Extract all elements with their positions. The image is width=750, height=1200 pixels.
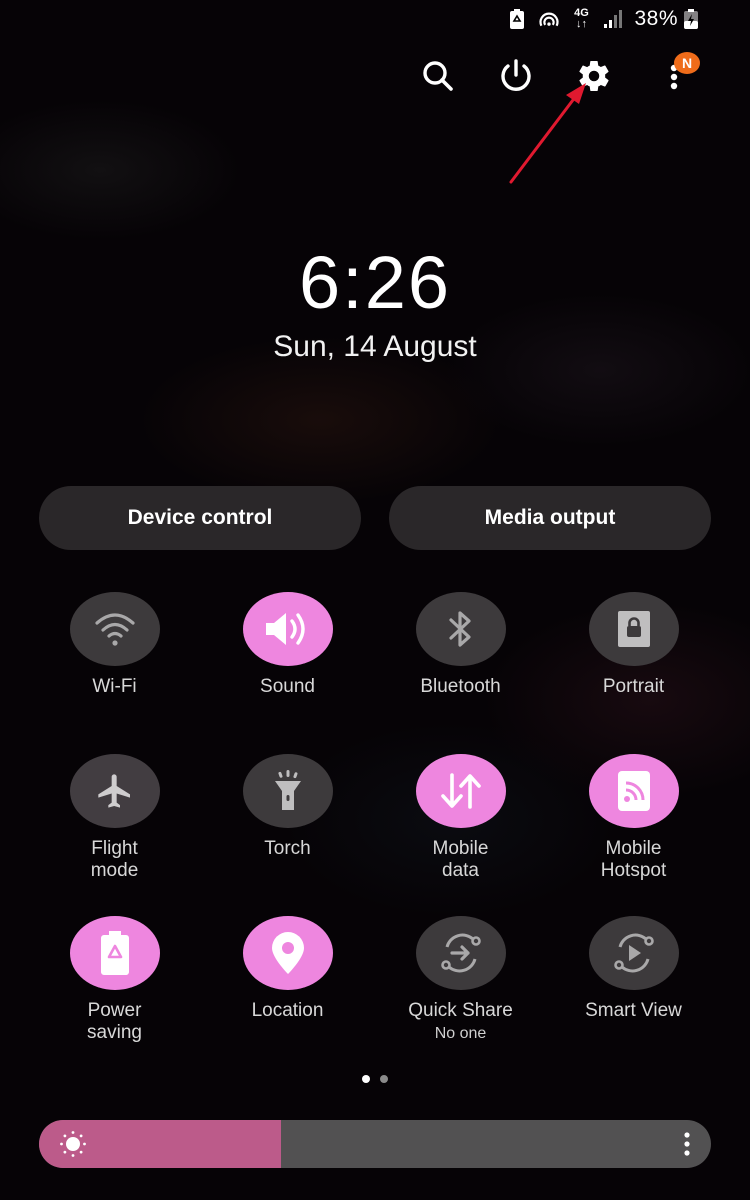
tile-label: Quick Share	[408, 1000, 513, 1021]
battery-charging-icon	[680, 8, 702, 30]
brightness-sun-icon	[60, 1131, 86, 1157]
tile-label: Mobile data	[432, 838, 489, 881]
tile-label: Sound	[260, 676, 315, 697]
power-button[interactable]	[496, 56, 536, 96]
bluetooth-icon	[448, 611, 471, 647]
tile-sublabel: No one	[434, 1025, 487, 1042]
tile-label: Bluetooth	[420, 676, 501, 697]
tile-location[interactable]: Location	[201, 916, 374, 1022]
tile-mobile-hotspot[interactable]: Mobile Hotspot	[547, 754, 720, 882]
mobile-data-icon	[440, 773, 481, 809]
tile-bluetooth[interactable]: Bluetooth	[374, 592, 547, 698]
tile-power-saving[interactable]: Power saving	[28, 916, 201, 1044]
search-icon	[423, 61, 453, 91]
media-output-button[interactable]: Media output	[389, 486, 711, 550]
wifi-icon	[94, 613, 135, 646]
search-button[interactable]	[418, 56, 458, 96]
tile-label: Location	[251, 1000, 324, 1021]
power-icon	[501, 59, 531, 91]
smart-view-icon	[613, 933, 654, 973]
power-saving-status-icon	[506, 8, 528, 30]
clock-date: Sun, 14 August	[273, 330, 477, 363]
tile-label: Wi-Fi	[92, 676, 137, 697]
hotspot-status-icon	[538, 8, 560, 30]
tile-wifi[interactable]: Wi-Fi	[28, 592, 201, 698]
page-dot[interactable]	[380, 1075, 388, 1083]
sound-icon	[265, 613, 305, 645]
quick-panel-actions: N	[0, 52, 750, 96]
page-dot-active[interactable]	[362, 1075, 370, 1083]
brightness-more-icon[interactable]	[683, 1132, 691, 1156]
tile-label: Power saving	[87, 1000, 142, 1043]
page-indicator	[0, 1075, 750, 1083]
power-saving-icon	[100, 931, 129, 975]
hotspot-icon	[617, 771, 650, 811]
tile-sound[interactable]: Sound	[201, 592, 374, 698]
tile-label: Flight mode	[90, 838, 139, 881]
tile-quick-share[interactable]: Quick Share No one	[374, 916, 547, 1043]
mobile-data-4g-icon: 4G ↓↑	[574, 7, 589, 30]
airplane-icon	[97, 774, 130, 808]
signal-icon	[602, 8, 624, 30]
tile-label: Torch	[264, 838, 311, 859]
battery-percent: 38%	[634, 7, 678, 30]
location-icon	[271, 932, 304, 974]
quick-share-icon	[440, 933, 481, 973]
settings-icon	[579, 61, 609, 92]
brightness-slider[interactable]	[39, 1120, 711, 1168]
tile-flight-mode[interactable]: Flight mode	[28, 754, 201, 882]
settings-button[interactable]	[574, 56, 614, 96]
status-bar: 4G ↓↑ 38%	[506, 6, 702, 32]
device-control-button[interactable]: Device control	[39, 486, 361, 550]
tile-label: Portrait	[602, 676, 665, 697]
tile-portrait[interactable]: Portrait	[547, 592, 720, 698]
tile-label: Mobile Hotspot	[600, 838, 667, 881]
torch-icon	[274, 770, 301, 810]
tile-label: Smart View	[585, 1000, 682, 1021]
tile-smart-view[interactable]: Smart View	[547, 916, 720, 1022]
more-options-button[interactable]: N	[654, 52, 700, 96]
tile-mobile-data[interactable]: Mobile data	[374, 754, 547, 882]
clock-time: 6:26	[298, 241, 452, 324]
notification-badge: N	[674, 52, 700, 74]
tile-torch[interactable]: Torch	[201, 754, 374, 860]
portrait-lock-icon	[617, 611, 650, 647]
